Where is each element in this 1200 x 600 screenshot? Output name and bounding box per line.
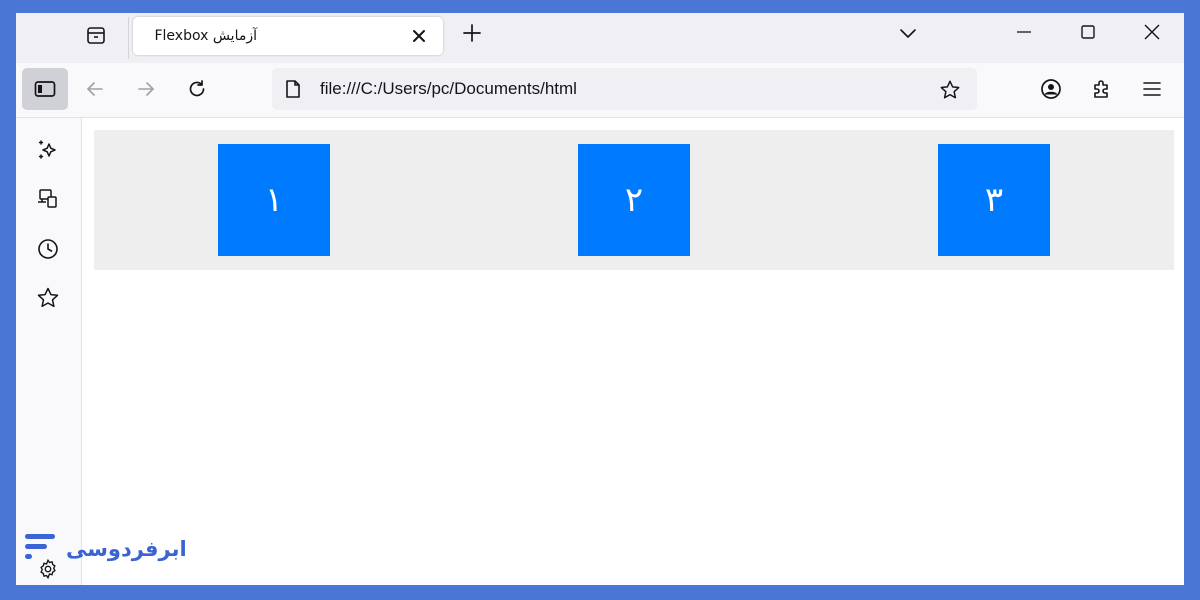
minimize-icon (1016, 24, 1032, 40)
brand-name: ابرفردوسی (66, 537, 187, 561)
url-bar[interactable]: file:///C:/Users/pc/Documents/html (272, 68, 977, 110)
account-button[interactable] (1035, 69, 1067, 109)
plus-icon (462, 23, 482, 43)
flex-item-1: ١ (218, 144, 330, 256)
flex-container: ١ ٢ ٣ (94, 130, 1174, 270)
sidebar-toggle-button[interactable] (22, 68, 68, 110)
back-button[interactable] (79, 69, 111, 109)
maximize-icon (1080, 24, 1096, 40)
tab-active[interactable]: آزمایش Flexbox (133, 17, 443, 55)
sidebar-bookmarks-button[interactable] (33, 283, 63, 313)
url-text[interactable]: file:///C:/Users/pc/Documents/html (320, 68, 577, 110)
minimize-button[interactable] (992, 13, 1056, 51)
sidebar-history-button[interactable] (33, 234, 63, 264)
tab-close-button[interactable] (406, 23, 432, 49)
sidebar-ai-chatbot-button[interactable] (33, 135, 63, 165)
synced-tabs-icon (36, 187, 60, 211)
maximize-button[interactable] (1056, 13, 1120, 51)
flex-item-3: ٣ (938, 144, 1050, 256)
chevron-down-icon (899, 24, 917, 42)
page-icon (282, 78, 304, 100)
new-tab-button[interactable] (456, 17, 488, 49)
nav-toolbar: file:///C:/Users/pc/Documents/html (16, 63, 1184, 118)
extensions-button[interactable] (1086, 69, 1118, 109)
tab-group-button[interactable] (80, 19, 112, 51)
star-icon (939, 79, 961, 101)
reload-icon (187, 79, 207, 99)
app-menu-button[interactable] (1136, 69, 1168, 109)
sidebar-icon (34, 80, 56, 98)
forward-arrow-icon (136, 79, 156, 99)
reload-button[interactable] (181, 69, 213, 109)
close-icon (1144, 24, 1160, 40)
clock-icon (36, 237, 60, 261)
brand-logo: ابرفردوسی (22, 533, 187, 583)
tab-group-icon (85, 24, 107, 46)
tab-strip: آزمایش Flexbox (16, 13, 1184, 63)
tab-separator (128, 17, 129, 59)
sidebar-synced-tabs-button[interactable] (33, 184, 63, 214)
bookmark-page-button[interactable] (936, 76, 964, 104)
sparkle-icon (36, 138, 60, 162)
list-all-tabs-button[interactable] (892, 17, 924, 49)
puzzle-icon (1091, 78, 1113, 100)
tab-title: آزمایش Flexbox (154, 28, 257, 44)
page-content: ١ ٢ ٣ (83, 118, 1184, 585)
close-icon (412, 29, 426, 43)
brand-mark-icon (25, 534, 55, 559)
browser-window: آزمایش Flexbox file:///C:/Users/pc/Docum… (16, 13, 1184, 585)
sidebar (16, 118, 82, 585)
star-icon (36, 286, 60, 310)
close-window-button[interactable] (1120, 13, 1184, 51)
account-icon (1040, 78, 1062, 100)
back-arrow-icon (85, 79, 105, 99)
flex-item-2: ٢ (578, 144, 690, 256)
forward-button[interactable] (130, 69, 162, 109)
hamburger-menu-icon (1142, 80, 1162, 98)
